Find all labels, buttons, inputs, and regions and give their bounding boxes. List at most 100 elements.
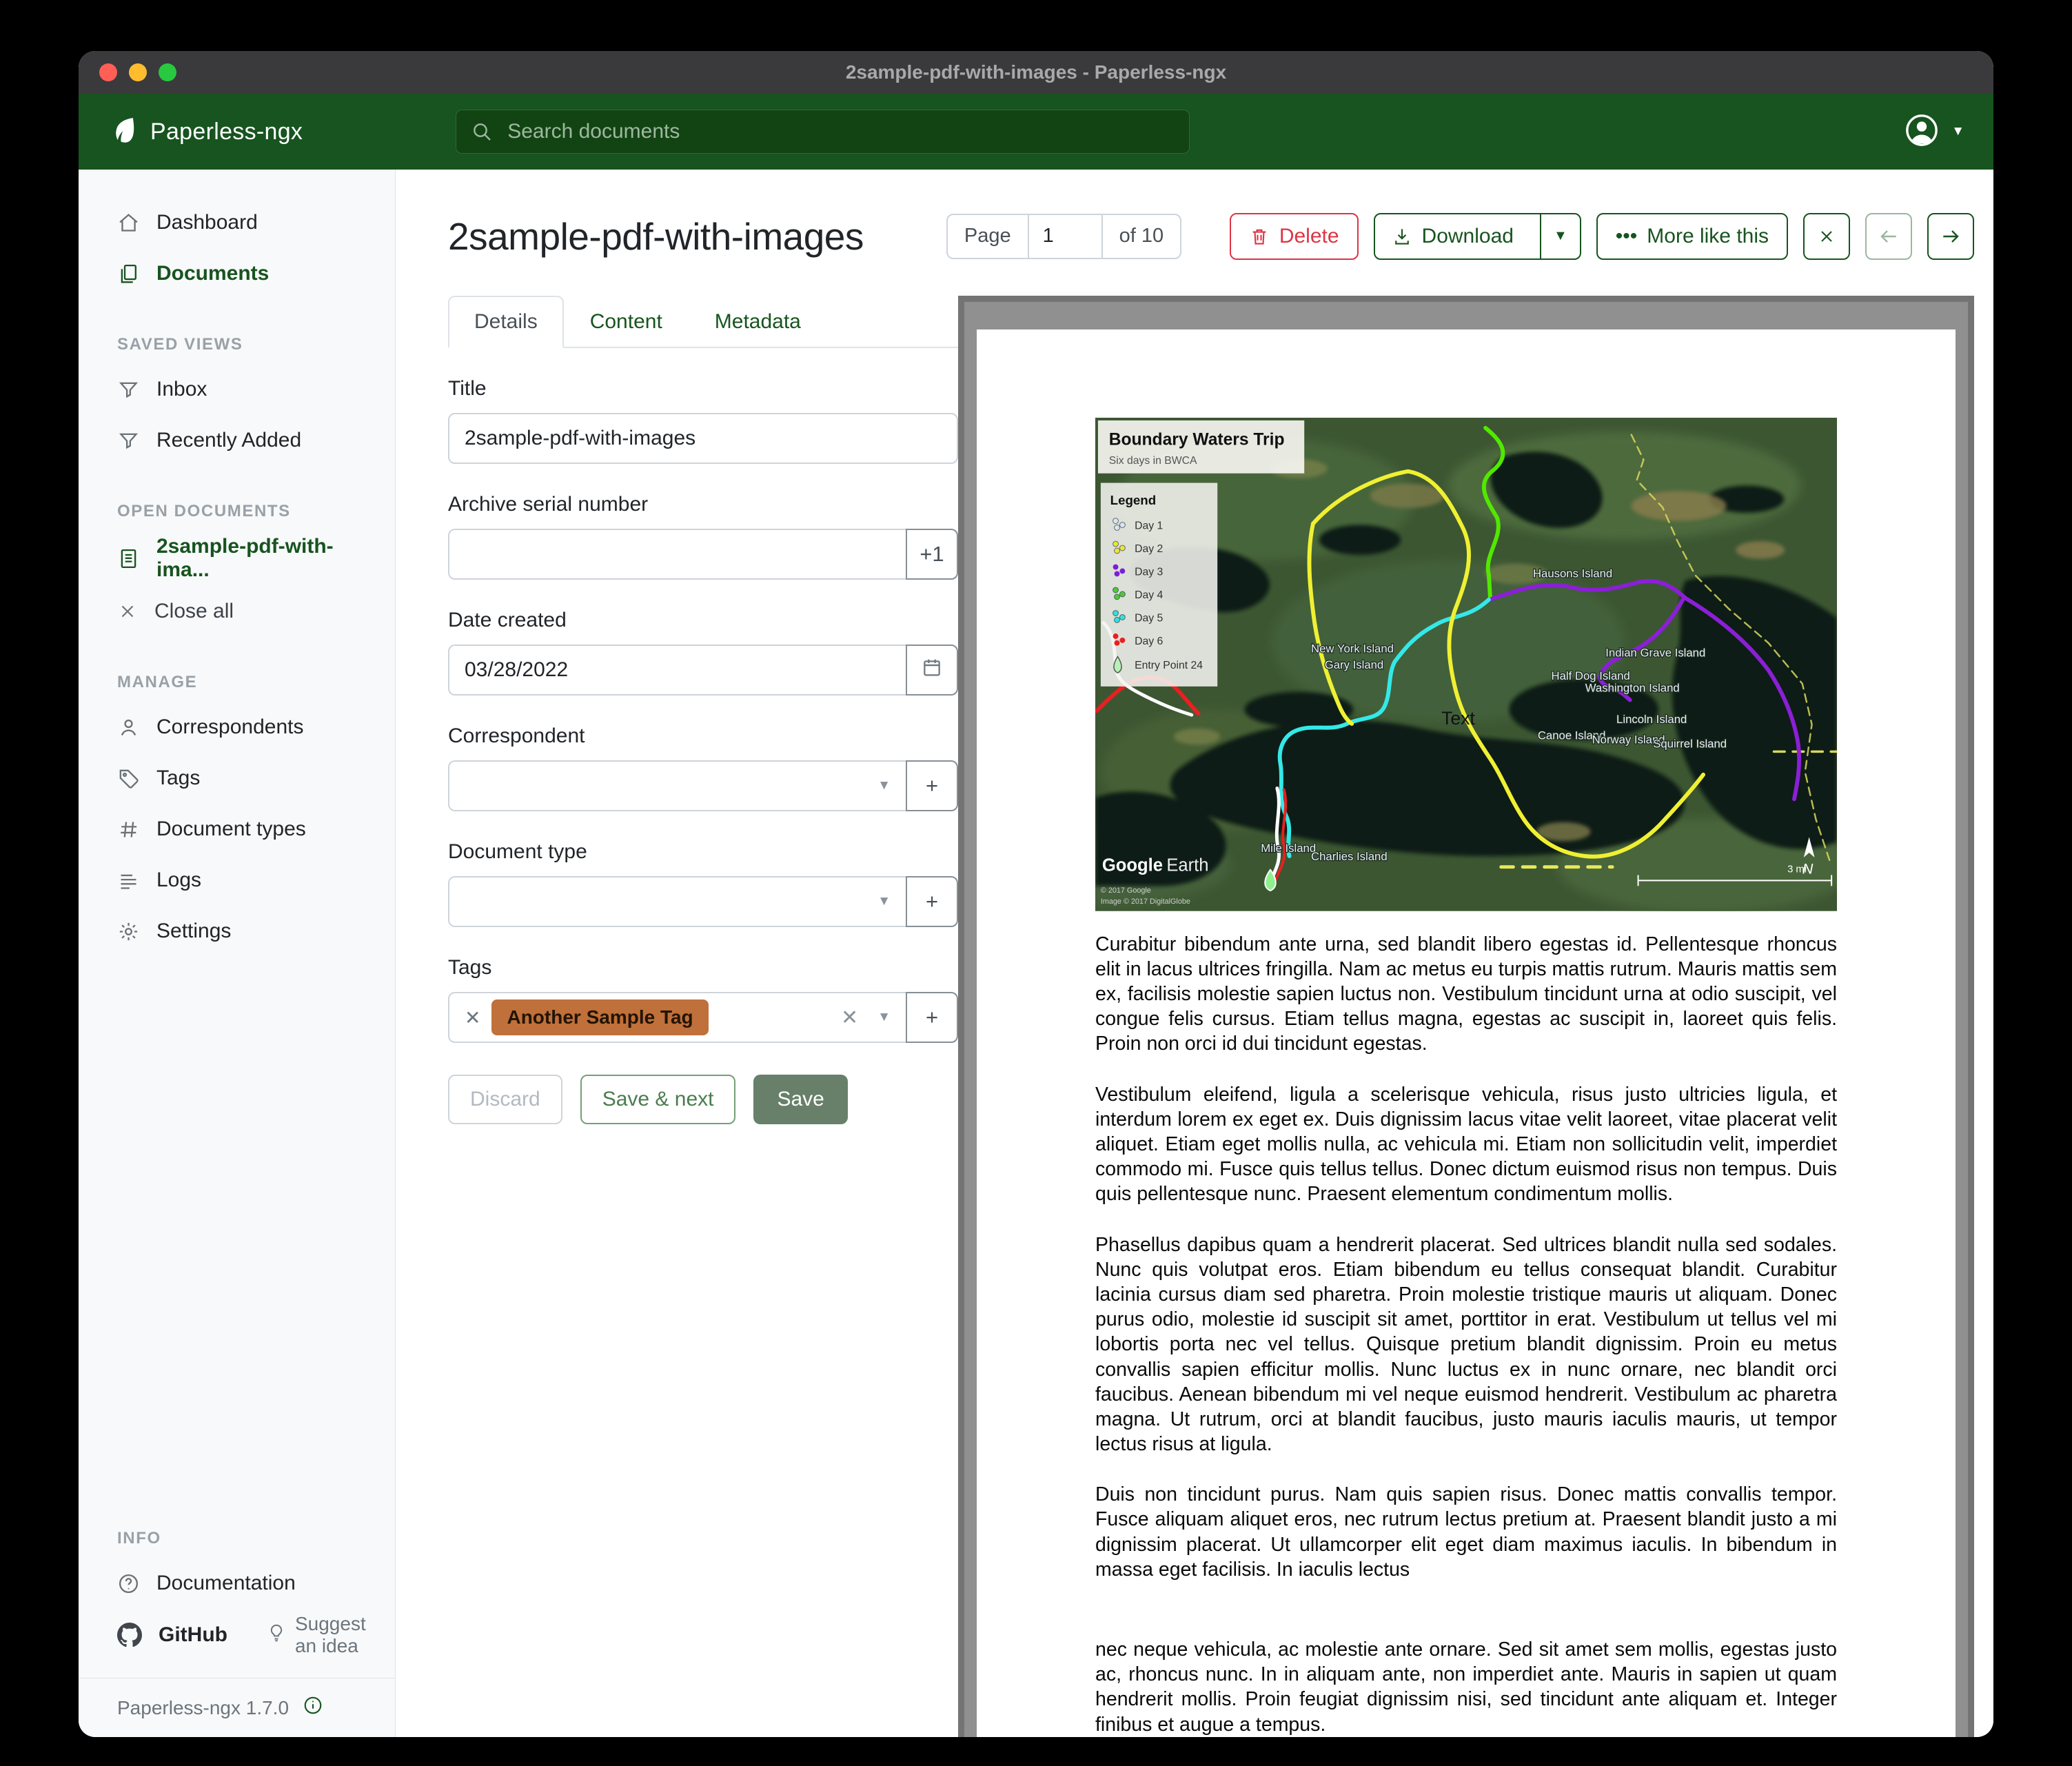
detail-tabs: Details Content Metadata [448,296,958,348]
search-icon [471,121,493,146]
save-button[interactable]: Save [753,1075,847,1124]
sidebar-item-documentation[interactable]: Documentation [117,1562,376,1605]
title-input[interactable] [448,413,958,464]
sidebar-item-logs[interactable]: Logs [117,859,376,902]
tab-content[interactable]: Content [564,296,689,348]
save-next-button[interactable]: Save & next [580,1075,736,1124]
download-options-button[interactable]: ▼ [1540,214,1580,258]
sidebar-item-label: Tags [156,767,200,790]
svg-text:Hausons Island: Hausons Island [1533,567,1612,580]
svg-text:Legend: Legend [1110,493,1156,507]
sidebar-heading-info: INFO [117,1529,376,1548]
sidebar-item-dashboard[interactable]: Dashboard [117,201,376,244]
traffic-lights [99,63,176,81]
trash-icon [1249,226,1270,247]
tab-metadata[interactable]: Metadata [689,296,827,348]
sidebar-item-label: Settings [156,920,231,943]
version-row: Paperless-ngx 1.7.0 [79,1678,395,1737]
sidebar-item-documents[interactable]: Documents [117,252,376,295]
sidebar-item-label: Inbox [156,378,207,401]
document-text: Curabitur bibendum ante urna, sed blandi… [1095,932,1837,1737]
calendar-button[interactable] [906,645,958,696]
sidebar-item-open-document[interactable]: 2sample-pdf-with-ima... [117,535,376,582]
add-correspondent-button[interactable]: + [906,760,958,811]
svg-text:Washington Island: Washington Island [1585,682,1680,695]
info-circle-icon[interactable] [303,1695,323,1721]
sidebar-item-recently-added[interactable]: Recently Added [117,419,376,462]
svg-text:Six days in BWCA: Six days in BWCA [1109,455,1197,467]
zoom-window-button[interactable] [159,63,176,81]
close-window-button[interactable] [99,63,117,81]
svg-text:Day 3: Day 3 [1135,566,1163,578]
sidebar-item-close-all[interactable]: Close all [117,590,376,633]
pdf-page: Hausons Island New York Island Gary Isla… [977,329,1956,1737]
svg-text:Squirrel Island: Squirrel Island [1653,737,1727,750]
sidebar-item-suggest-idea[interactable]: Suggest an idea [266,1613,376,1657]
sidebar-item-label: Logs [156,869,201,892]
chevron-down-icon: ▼ [877,894,891,909]
document-type-label: Document type [448,840,958,864]
tags-select[interactable]: ✕ Another Sample Tag ✕ ▼ [448,992,906,1043]
tag-chip: Another Sample Tag [491,999,708,1035]
document-type-select[interactable]: ▼ [448,876,906,927]
asn-input[interactable] [448,529,906,580]
page-total: of 10 [1101,215,1181,258]
add-tag-button[interactable]: + [906,992,958,1043]
correspondent-select[interactable]: ▼ [448,760,906,811]
download-split-button: Download ▼ [1374,213,1581,260]
sidebar-item-label: Dashboard [156,211,258,234]
home-icon [117,212,140,234]
next-document-button[interactable] [1927,213,1974,260]
remove-tag-icon[interactable]: ✕ [465,1006,480,1029]
svg-text:Image © 2017 DigitalGlobe: Image © 2017 DigitalGlobe [1101,897,1190,906]
sidebar-heading-manage: MANAGE [117,673,376,692]
app-window: 2sample-pdf-with-images - Paperless-ngx … [79,51,1993,1737]
sidebar-item-tags[interactable]: Tags [117,757,376,800]
clear-tags-icon[interactable]: ✕ [841,1006,858,1030]
file-text-icon [117,547,140,570]
svg-text:Charlies Island: Charlies Island [1311,850,1388,863]
main-content: 2sample-pdf-with-images Page of 10 Delet… [396,170,1993,1737]
paragraph: Curabitur bibendum ante urna, sed blandi… [1095,932,1837,1057]
asn-plus-one-button[interactable]: +1 [906,529,958,580]
previous-document-button[interactable] [1865,213,1912,260]
sidebar-item-correspondents[interactable]: Correspondents [117,706,376,749]
minimize-window-button[interactable] [129,63,147,81]
close-document-button[interactable] [1803,213,1850,260]
map-text-annotation: Text [1441,708,1475,729]
svg-text:New York Island: New York Island [1311,642,1394,656]
list-icon [117,869,140,892]
chevron-down-icon: ▼ [1554,228,1567,244]
more-like-this-button[interactable]: ••• More like this [1596,213,1788,260]
add-document-type-button[interactable]: + [906,876,958,927]
page-title: 2sample-pdf-with-images [448,214,864,258]
sidebar-item-github[interactable]: GitHub [117,1614,227,1656]
pdf-preview-pane[interactable]: Hausons Island New York Island Gary Isla… [958,296,1974,1737]
svg-text:Day 4: Day 4 [1135,589,1163,601]
page-navigator: Page of 10 [946,214,1181,259]
sidebar-item-settings[interactable]: Settings [117,910,376,953]
titlebar: 2sample-pdf-with-images - Paperless-ngx [79,51,1993,94]
sidebar: Dashboard Documents SAVED VIEWS Inbox Re [79,170,396,1737]
page-number-input[interactable] [1029,225,1101,247]
sidebar-info-section: INFO Documentation GitHub [117,1529,376,1737]
sidebar-item-inbox[interactable]: Inbox [117,368,376,411]
sidebar-heading-open-documents: OPEN DOCUMENTS [117,502,376,521]
svg-text:Day 5: Day 5 [1135,612,1163,624]
user-menu-button[interactable]: ▼ [1903,112,1964,152]
download-button[interactable]: Download [1375,214,1530,258]
brand-name: Paperless-ngx [150,119,303,145]
sidebar-item-label: GitHub [159,1623,227,1647]
date-created-input[interactable] [448,645,906,696]
sidebar-item-label: Correspondents [156,715,303,739]
close-icon [117,601,138,622]
delete-button[interactable]: Delete [1230,213,1359,260]
brand-link[interactable]: Paperless-ngx [108,114,303,150]
discard-button[interactable]: Discard [448,1075,562,1124]
search-box [456,110,1190,154]
svg-text:Gary Island: Gary Island [1325,658,1384,671]
search-input[interactable] [456,110,1190,154]
sidebar-item-document-types[interactable]: Document types [117,808,376,851]
tab-details[interactable]: Details [448,296,564,348]
asn-label: Archive serial number [448,493,958,516]
